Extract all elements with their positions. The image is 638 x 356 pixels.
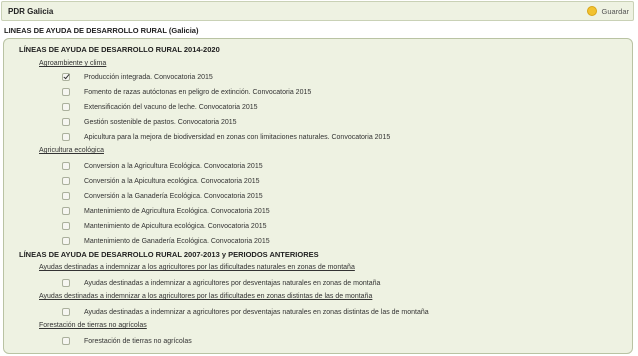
group-link[interactable]: Agricultura ecológica — [39, 147, 104, 154]
list-item: Conversión a la Ganadería Ecológica. Con… — [62, 190, 263, 202]
item-label: Gestión sostenible de pastos. Convocator… — [84, 118, 237, 126]
checkbox[interactable] — [62, 103, 70, 111]
checkbox[interactable] — [62, 207, 70, 215]
list-item: Producción integrada. Convocatoria 2015 — [62, 71, 213, 83]
list-item: Gestión sostenible de pastos. Convocator… — [62, 116, 237, 128]
item-label: Mantenimiento de Ganadería Ecológica. Co… — [84, 237, 270, 245]
page-heading: LINEAS DE AYUDA DE DESARROLLO RURAL (Gal… — [4, 26, 199, 35]
group-link[interactable]: Forestación de tierras no agrícolas — [39, 322, 147, 329]
save-icon — [587, 6, 598, 16]
list-item: Conversión a la Apicultura ecológica. Co… — [62, 175, 260, 187]
list-item: Forestación de tierras no agrícolas — [62, 335, 192, 347]
checkbox[interactable] — [62, 118, 70, 126]
list-item: Mantenimiento de Apicultura ecológica. C… — [62, 220, 267, 232]
list-item: Mantenimiento de Agricultura Ecológica. … — [62, 205, 270, 217]
checkbox[interactable] — [62, 88, 70, 96]
item-label: Mantenimiento de Apicultura ecológica. C… — [84, 222, 267, 230]
aid-lines-panel: LÍNEAS DE AYUDA DE DESARROLLO RURAL 2014… — [3, 38, 633, 354]
item-label: Mantenimiento de Agricultura Ecológica. … — [84, 207, 270, 215]
item-label: Ayudas destinadas a indemnizar a agricul… — [84, 279, 381, 287]
section-title: LÍNEAS DE AYUDA DE DESARROLLO RURAL 2007… — [19, 250, 319, 259]
checkbox[interactable] — [62, 177, 70, 185]
item-label: Fomento de razas autóctonas en peligro d… — [84, 88, 312, 96]
list-item: Mantenimiento de Ganadería Ecológica. Co… — [62, 235, 270, 247]
item-label: Conversión a la Ganadería Ecológica. Con… — [84, 192, 263, 200]
item-label: Ayudas destinadas a indemnizar a agricul… — [84, 308, 429, 316]
checkbox[interactable] — [62, 162, 70, 170]
item-label: Forestación de tierras no agrícolas — [84, 337, 192, 345]
page-title: PDR Galicia — [8, 7, 54, 16]
checkbox[interactable] — [62, 337, 70, 345]
save-button[interactable]: Guardar — [587, 6, 629, 16]
group-link[interactable]: Ayudas destinadas a indemnizar a los agr… — [39, 293, 372, 300]
item-label: Apicultura para la mejora de biodiversid… — [84, 133, 391, 141]
list-item: Fomento de razas autóctonas en peligro d… — [62, 86, 311, 98]
item-label: Producción integrada. Convocatoria 2015 — [84, 73, 213, 81]
item-label: Conversión a la Apicultura ecológica. Co… — [84, 177, 260, 185]
item-label: Extensificación del vacuno de leche. Con… — [84, 103, 258, 111]
checkbox[interactable] — [62, 73, 70, 81]
group-link[interactable]: Ayudas destinadas a indemnizar a los agr… — [39, 264, 355, 271]
item-label: Conversion a la Agricultura Ecológica. C… — [84, 162, 263, 170]
list-item: Ayudas destinadas a indemnizar a agricul… — [62, 306, 429, 318]
section-title: LÍNEAS DE AYUDA DE DESARROLLO RURAL 2014… — [19, 45, 220, 54]
list-item: Extensificación del vacuno de leche. Con… — [62, 101, 258, 113]
checkbox[interactable] — [62, 192, 70, 200]
header-bar: PDR Galicia Guardar — [1, 1, 634, 21]
checkbox[interactable] — [62, 222, 70, 230]
checkbox[interactable] — [62, 279, 70, 287]
list-item: Apicultura para la mejora de biodiversid… — [62, 131, 390, 143]
group-link[interactable]: Agroambiente y clima — [39, 60, 106, 67]
list-item: Conversion a la Agricultura Ecológica. C… — [62, 160, 263, 172]
list-item: Ayudas destinadas a indemnizar a agricul… — [62, 277, 380, 289]
checkbox[interactable] — [62, 237, 70, 245]
checkbox[interactable] — [62, 133, 70, 141]
checkbox[interactable] — [62, 308, 70, 316]
save-label: Guardar — [601, 6, 629, 16]
